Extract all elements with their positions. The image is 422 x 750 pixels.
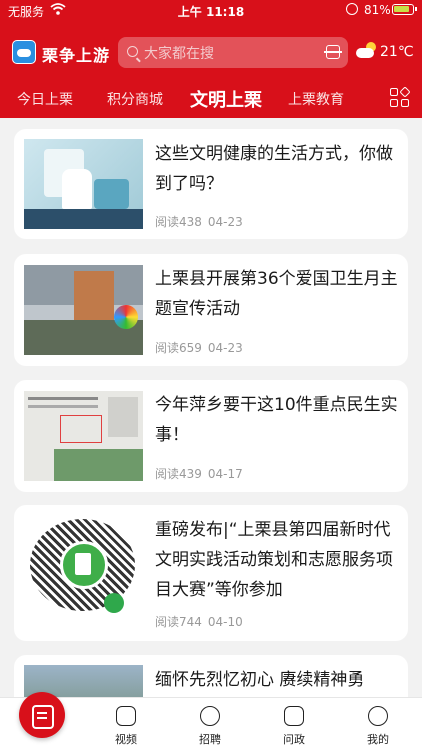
category-tabs: 今日上栗 积分商城 文明上栗 上栗教育: [0, 84, 422, 114]
scan-icon[interactable]: [324, 45, 342, 59]
publish-date: 04-23: [207, 341, 243, 355]
tab-video-label: 视频: [115, 733, 137, 746]
article-title: 上栗县开展第36个爱国卫生月主题宣传活动: [155, 269, 398, 319]
tab-today[interactable]: 今日上栗: [17, 89, 73, 109]
tab-inquiry[interactable]: 问政: [264, 698, 324, 750]
search-placeholder: 大家都在搜: [144, 46, 214, 62]
article-meta: 阅读439 04-17: [155, 465, 243, 482]
article-title: 缅怀先烈忆初心 赓续精神勇: [155, 670, 365, 690]
more-tabs-grid-icon[interactable]: [390, 86, 411, 108]
chat-icon: [200, 706, 220, 726]
rotation-lock-icon: [346, 3, 358, 15]
tab-profile[interactable]: 我的: [348, 698, 408, 750]
article-thumbnail: [24, 265, 143, 355]
read-count: 阅读439: [155, 467, 202, 481]
tab-education[interactable]: 上栗教育: [288, 89, 344, 109]
tab-recruitment[interactable]: 招聘: [180, 698, 240, 750]
question-icon: [284, 706, 304, 726]
article-title: 今年萍乡要干这10件重点民生实事！: [155, 395, 398, 445]
top-header: 无服务 上午 11:18 81% 栗争上游 大家都在搜 21℃ 今日上栗 积分商…: [0, 0, 422, 118]
publish-date: 04-23: [207, 215, 243, 229]
article-card[interactable]: 重磅发布|“上栗县第四届新时代文明实践活动策划和志愿服务项目大赛”等你参加 阅读…: [14, 505, 408, 641]
article-card[interactable]: 这些文明健康的生活方式，你做到了吗？ 阅读438 04-23: [14, 129, 408, 239]
tab-civilization[interactable]: 文明上栗: [190, 86, 262, 112]
publish-date: 04-17: [207, 467, 243, 481]
publish-date: 04-10: [207, 615, 243, 629]
read-count: 阅读438: [155, 215, 202, 229]
read-count: 阅读744: [155, 615, 202, 629]
weather-icon: [356, 42, 378, 60]
tab-profile-label: 我的: [367, 733, 389, 746]
article-thumbnail: [24, 139, 143, 229]
home-tab-button[interactable]: [19, 692, 65, 738]
article-title: 这些文明健康的生活方式，你做到了吗？: [155, 144, 393, 194]
video-icon: [116, 706, 136, 726]
tab-points-mall[interactable]: 积分商城: [107, 89, 163, 109]
app-logo-icon: [12, 40, 36, 64]
battery-icon: [392, 4, 417, 15]
article-meta: 阅读744 04-10: [155, 613, 243, 630]
tab-inquiry-label: 问政: [283, 733, 305, 746]
search-input[interactable]: 大家都在搜: [118, 37, 348, 68]
tab-recruitment-label: 招聘: [199, 733, 221, 746]
article-thumbnail: [24, 391, 143, 481]
article-meta: 阅读438 04-23: [155, 213, 243, 230]
search-icon: [127, 46, 138, 57]
read-count: 阅读659: [155, 341, 202, 355]
battery-percent: 81%: [364, 3, 391, 17]
profile-icon: [368, 706, 388, 726]
article-title: 重磅发布|“上栗县第四届新时代文明实践活动策划和志愿服务项目大赛”等你参加: [155, 520, 393, 600]
status-bar: 无服务 上午 11:18 81%: [0, 0, 422, 22]
article-meta: 阅读659 04-23: [155, 339, 243, 356]
app-name: 栗争上游: [42, 46, 111, 65]
temperature-text: 21℃: [380, 44, 414, 60]
mini-program-qr-code: [24, 515, 143, 615]
clock-text: 上午 11:18: [177, 5, 245, 19]
tab-video[interactable]: 视频: [96, 698, 156, 750]
article-card[interactable]: 今年萍乡要干这10件重点民生实事！ 阅读439 04-17: [14, 380, 408, 492]
article-card[interactable]: 上栗县开展第36个爱国卫生月主题宣传活动 阅读659 04-23: [14, 254, 408, 366]
